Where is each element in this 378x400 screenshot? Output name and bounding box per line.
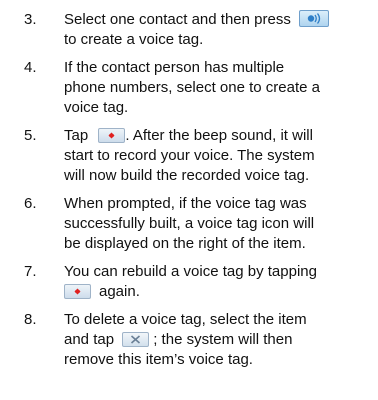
record-icon xyxy=(98,127,126,143)
step-number: 7. xyxy=(24,263,37,280)
step-text-line: voice tag. xyxy=(64,99,129,116)
step-number: 4. xyxy=(24,59,37,76)
step-text-part: ; the system will then xyxy=(153,331,293,348)
step-number: 8. xyxy=(24,311,37,328)
step-text-line: remove this item’s voice tag. xyxy=(64,351,253,368)
step-text-part: again. xyxy=(99,283,140,300)
step-text-line: You can rebuild a voice tag by tapping xyxy=(64,263,317,280)
step-text-line: will now build the recorded voice tag. xyxy=(64,167,310,184)
manual-page: 3. Select one contact and then press to … xyxy=(0,0,378,400)
step-number: 6. xyxy=(24,195,37,212)
step-text: again. xyxy=(64,282,140,302)
step-text-line: start to record your voice. The system xyxy=(64,147,315,164)
step-number: 5. xyxy=(24,127,37,144)
step-text-part: . After the beep sound, it will xyxy=(125,127,313,144)
step-text: Select one contact and then press xyxy=(64,9,329,30)
step-text-line: When prompted, if the voice tag was xyxy=(64,195,307,212)
step-text-line: be displayed on the right of the item. xyxy=(64,235,306,252)
step-text: Tap . After the beep sound, it will xyxy=(64,126,313,146)
delete-x-icon xyxy=(122,331,150,347)
voice-tag-icon xyxy=(299,9,329,27)
step-text-line: to create a voice tag. xyxy=(64,31,204,48)
step-text-line: If the contact person has multiple xyxy=(64,59,285,76)
step-text-part: Select one contact and then press xyxy=(64,11,291,28)
step-text-line: successfully built, a voice tag icon wil… xyxy=(64,215,315,232)
step-text-line: phone numbers, select one to create a xyxy=(64,79,320,96)
step-text: and tap ; the system will then xyxy=(64,330,292,350)
record-icon xyxy=(64,283,91,299)
step-text-part: Tap xyxy=(64,127,89,144)
step-text-part: and tap xyxy=(64,331,115,348)
step-number: 3. xyxy=(24,11,37,28)
step-text-line: To delete a voice tag, select the item xyxy=(64,311,307,328)
